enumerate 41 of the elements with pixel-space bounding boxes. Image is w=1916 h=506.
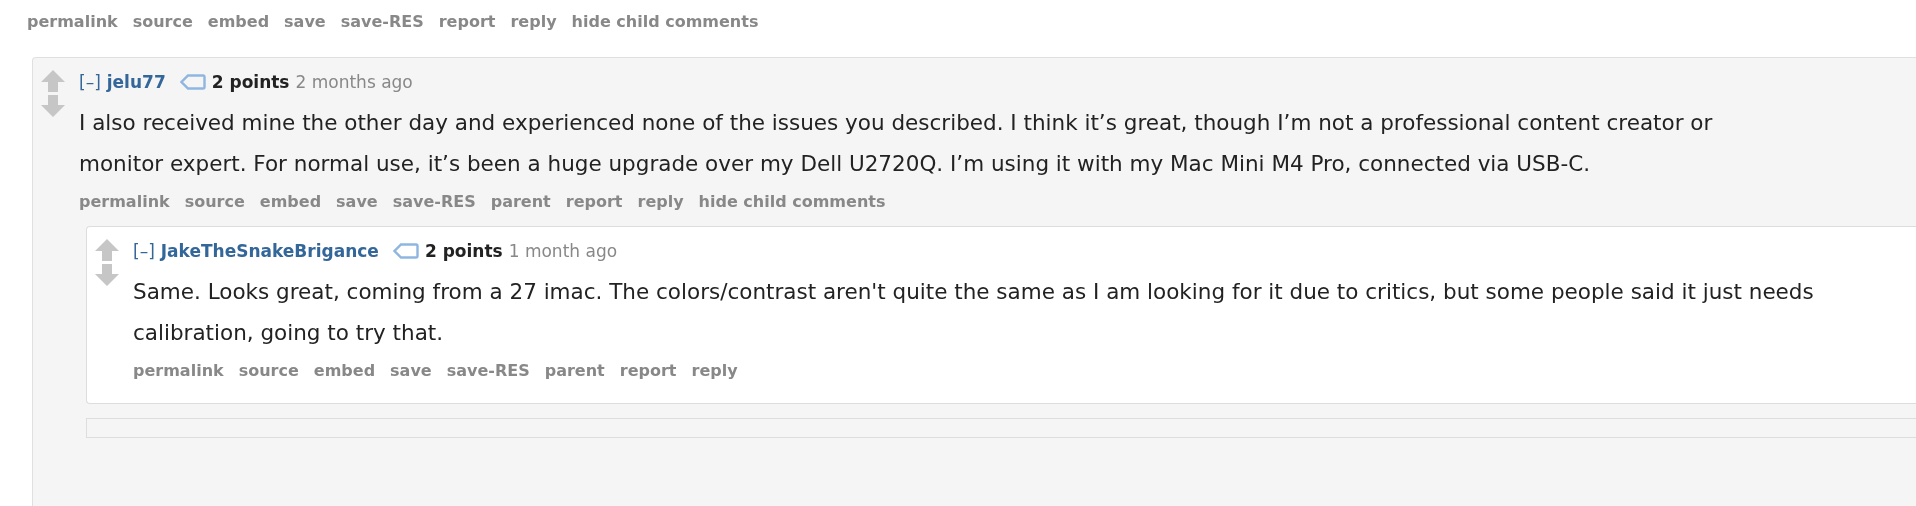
upvote-arrow-icon[interactable] — [95, 239, 119, 261]
comment-action-link[interactable]: save — [284, 11, 326, 31]
comment-text: Same. Looks great, coming from a 27 imac. The colors/contrast aren't quite the same as I am looking for it due to critics, but some people said it just needs calibration, going to try that. — [133, 278, 1815, 347]
comment-action-link[interactable]: permalink — [133, 360, 224, 380]
comment-action-link[interactable]: hide child comments — [698, 191, 886, 211]
comment-action-link[interactable]: report — [438, 11, 496, 31]
comment-action-link[interactable]: embed — [259, 191, 322, 211]
comment-action-link[interactable]: hide child comments — [571, 11, 759, 31]
downvote-arrow-icon[interactable] — [95, 264, 119, 286]
comment-time: 2 months ago — [295, 72, 413, 92]
comment-action-link[interactable]: report — [619, 360, 677, 380]
tag-icon[interactable] — [392, 243, 419, 259]
comment-action-link[interactable]: source — [184, 191, 245, 211]
comment-action-link[interactable]: reply — [691, 360, 738, 380]
comment-action-link[interactable]: save — [390, 360, 432, 380]
comment-text: I also received mine the other day and experienced none of the issues you described. I think it’s great, though I’m not a professional content creator or monitor expert. For normal use, it’s been a huge upgrade over my Dell U2720Q. I’m using it with my Mac Mini M4 Pro, connected via USB-C. — [79, 109, 1714, 178]
comment-action-link[interactable]: reply — [510, 11, 557, 31]
comment-action-link[interactable]: save-RES — [446, 360, 530, 380]
comment-action-link[interactable]: permalink — [79, 191, 170, 211]
comment-action-link[interactable]: parent — [544, 360, 605, 380]
comment-score: 2 points — [424, 241, 503, 261]
comment-score: 2 points — [211, 72, 290, 92]
comment-action-link[interactable]: permalink — [27, 11, 118, 31]
comment-action-link[interactable]: report — [565, 191, 623, 211]
comment-time: 1 month ago — [508, 241, 618, 261]
comment-action-link[interactable]: parent — [490, 191, 551, 211]
comment-action-link[interactable]: source — [132, 11, 193, 31]
upvote-arrow-icon[interactable] — [41, 70, 65, 92]
comment-action-link[interactable]: reply — [637, 191, 684, 211]
downvote-arrow-icon[interactable] — [41, 95, 65, 117]
collapse-toggle[interactable]: [–] — [79, 72, 101, 92]
comment-action-link[interactable]: save-RES — [340, 11, 424, 31]
tag-icon[interactable] — [179, 74, 206, 90]
comment-action-link[interactable]: embed — [313, 360, 376, 380]
comment-action-link[interactable]: save — [336, 191, 378, 211]
username-link[interactable]: JakeTheSnakeBrigance — [160, 241, 379, 261]
comment-action-link[interactable]: embed — [207, 11, 270, 31]
comment-action-link[interactable]: source — [238, 360, 299, 380]
username-link[interactable]: jelu77 — [106, 72, 166, 92]
comment-action-link[interactable]: save-RES — [392, 191, 476, 211]
collapse-toggle[interactable]: [–] — [133, 241, 155, 261]
